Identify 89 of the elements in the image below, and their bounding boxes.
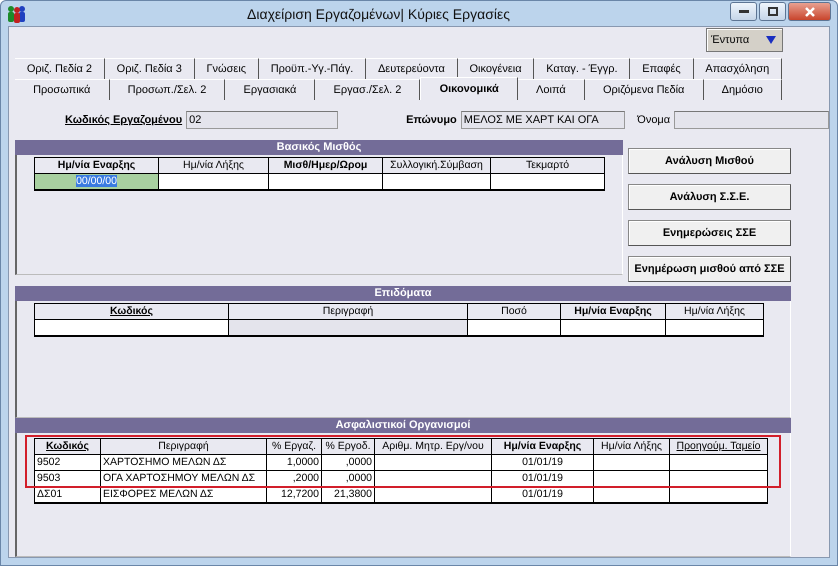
focused-cell[interactable]: 00/00/00 (35, 174, 159, 190)
column-header: Αριθμ. Μητρ. Εργ/νου (375, 439, 492, 455)
column-header: Κωδικός (35, 304, 229, 320)
table-cell[interactable]: 21,3800 (322, 487, 375, 503)
tab[interactable]: Οριζ. Πεδία 3 (104, 58, 195, 79)
table-cell[interactable] (229, 320, 468, 336)
table-cell[interactable]: ΟΓΑ ΧΑΡΤΟΣΗΜΟΥ ΜΕΛΩΝ ΔΣ (101, 471, 267, 487)
tab[interactable]: Οριζόμενα Πεδία (584, 79, 704, 100)
column-header: Περιγραφή (101, 439, 267, 455)
table-cell[interactable]: 01/01/19 (492, 455, 594, 471)
column-header: % Εργοδ. (322, 439, 375, 455)
column-header: Ποσό (468, 304, 561, 320)
section-header: Επιδόματα (15, 286, 791, 301)
table-cell[interactable] (491, 174, 604, 190)
table-cell[interactable]: 12,7200 (267, 487, 322, 503)
table-cell[interactable] (666, 320, 763, 336)
action-button[interactable]: Ανάλυση Σ.Σ.Ε. (628, 184, 791, 210)
field-label: Όνομα (637, 114, 670, 126)
column-header: Ημ/νία Εναρξης (561, 304, 666, 320)
table-cell[interactable]: ,2000 (267, 471, 322, 487)
table-cell[interactable]: 1,0000 (267, 455, 322, 471)
column-header: Κωδικός (35, 439, 101, 455)
tab[interactable]: Προσωπικά (15, 79, 110, 100)
column-header: % Εργαζ. (267, 439, 322, 455)
input-field[interactable]: 02 (186, 111, 338, 129)
table-cell[interactable] (670, 487, 767, 503)
table-cell[interactable] (468, 320, 561, 336)
window-title: Διαχείριση Εργαζομένων| Κύριες Εργασίες (246, 6, 511, 22)
column-header: Ημ/νία Εναρξης (35, 158, 159, 174)
action-button[interactable]: Ανάλυση Μισθού (628, 148, 791, 174)
maximize-icon (768, 7, 778, 16)
table-cell[interactable] (375, 471, 492, 487)
tab[interactable]: Δημόσιο (704, 79, 782, 100)
people-icon (7, 4, 27, 22)
tab[interactable]: Επαφές (630, 58, 694, 79)
table-cell[interactable]: 9503 (35, 471, 101, 487)
column-header: Ημ/νία Εναρξης (492, 439, 594, 455)
table-cell[interactable]: ,0000 (322, 455, 375, 471)
print-dropdown[interactable]: Έντυπα (706, 28, 783, 52)
maximize-button[interactable] (759, 2, 786, 21)
field-label: Κωδικός Εργαζομένου (65, 114, 182, 126)
tab[interactable]: Καταγ. - Έγγρ. (534, 58, 630, 79)
table-cell[interactable] (269, 174, 383, 190)
column-header: Μισθ/Ημερ/Ωρομ (269, 158, 383, 174)
table-cell[interactable]: ΧΑΡΤΟΣΗΜΟ ΜΕΛΩΝ ΔΣ (101, 455, 267, 471)
input-field[interactable] (674, 111, 829, 129)
column-header: Ημ/νία Λήξης (159, 158, 269, 174)
table-cell[interactable]: ΔΣ01 (35, 487, 101, 503)
minimize-icon (738, 10, 748, 14)
column-header: Τεκμαρτό (491, 158, 604, 174)
table-cell[interactable] (670, 471, 767, 487)
action-button[interactable]: Ενημέρωση μισθού από ΣΣΕ (628, 256, 791, 282)
table-cell[interactable] (159, 174, 269, 190)
table-cell[interactable] (35, 320, 229, 336)
table-cell[interactable] (375, 455, 492, 471)
tab[interactable]: Απασχόληση (694, 58, 782, 79)
close-button[interactable] (788, 2, 831, 21)
table-cell[interactable] (670, 455, 767, 471)
tab[interactable]: Εργασιακά (225, 79, 316, 100)
table-cell[interactable] (561, 320, 666, 336)
table-cell[interactable]: ,0000 (322, 471, 375, 487)
table-cell[interactable] (594, 471, 670, 487)
table-cell[interactable]: 9502 (35, 455, 101, 471)
column-header: Συλλογική.Σύμβαση (383, 158, 491, 174)
section-header: Βασικός Μισθός (15, 140, 623, 155)
section-header: Ασφαλιστικοί Οργανισμοί (15, 418, 791, 433)
column-header: Προηγούμ. Ταμείο (670, 439, 767, 455)
table-cell[interactable]: 01/01/19 (492, 487, 594, 503)
column-header: Ημ/νία Λήξης (666, 304, 763, 320)
field-label: Επώνυμο (406, 114, 457, 126)
table-cell[interactable]: 01/01/19 (492, 471, 594, 487)
caret-icon (766, 36, 776, 44)
action-button[interactable]: Ενημερώσεις ΣΣΕ (628, 220, 791, 246)
column-header: Περιγραφή (229, 304, 468, 320)
table-cell[interactable] (594, 487, 670, 503)
input-field[interactable]: ΜΕΛΟΣ ΜΕ ΧΑΡΤ ΚΑΙ ΟΓΑ (460, 111, 626, 129)
column-header: Ημ/νία Λήξης (594, 439, 670, 455)
tab[interactable]: Οικονομικά (420, 77, 518, 100)
table-cell[interactable]: ΕΙΣΦΟΡΕΣ ΜΕΛΩΝ ΔΣ (101, 487, 267, 503)
table-cell[interactable] (375, 487, 492, 503)
table-cell[interactable] (383, 174, 491, 190)
tab[interactable]: Λοιπά (518, 79, 585, 100)
tab[interactable]: Γνώσεις (194, 58, 259, 79)
tab[interactable]: Οριζ. Πεδία 2 (15, 58, 105, 79)
tab[interactable]: Προϋπ.-Υγ.-Πάγ. (258, 58, 366, 79)
tab[interactable]: Προσωπ./Σελ. 2 (110, 79, 226, 100)
close-icon (804, 6, 816, 16)
table-cell[interactable] (594, 455, 670, 471)
minimize-button[interactable] (730, 2, 757, 21)
